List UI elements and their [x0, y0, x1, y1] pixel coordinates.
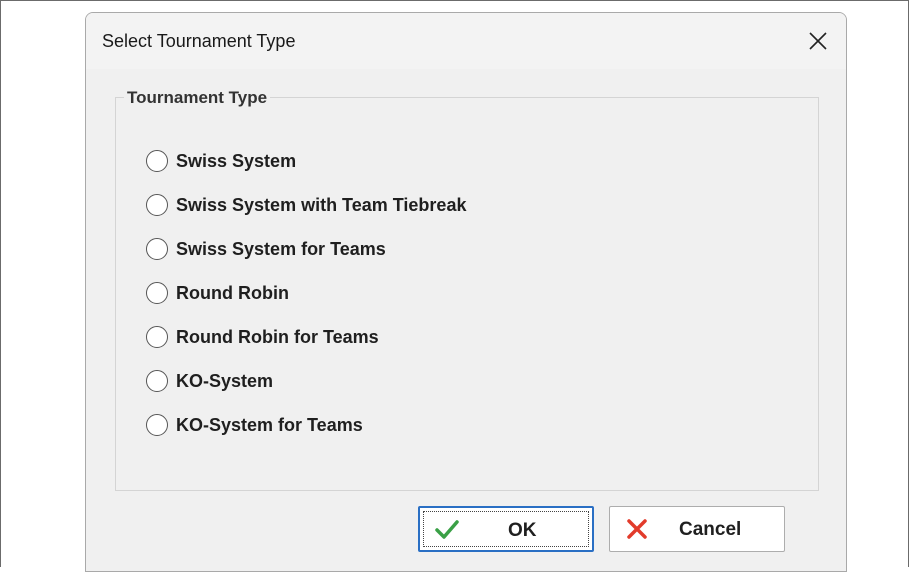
option-ko-system-for-teams[interactable]: KO-System for Teams [146, 403, 466, 447]
option-swiss-system-team-tiebreak[interactable]: Swiss System with Team Tiebreak [146, 183, 466, 227]
checkmark-icon [435, 520, 459, 539]
ok-label: OK [508, 520, 537, 541]
title-bar: Select Tournament Type [86, 13, 846, 69]
option-label: Swiss System [176, 150, 297, 171]
close-icon [809, 32, 827, 50]
option-label: KO-System for Teams [176, 414, 363, 435]
radio-button[interactable] [146, 370, 168, 392]
option-label: Swiss System with Team Tiebreak [176, 194, 467, 215]
option-label: Round Robin [176, 282, 289, 303]
radio-button[interactable] [146, 194, 168, 216]
option-ko-system[interactable]: KO-System [146, 359, 466, 403]
group-legend: Tournament Type [124, 88, 271, 108]
option-round-robin[interactable]: Round Robin [146, 271, 466, 315]
x-icon [627, 519, 647, 539]
ok-button[interactable]: OK [418, 506, 594, 552]
close-button[interactable] [790, 13, 846, 69]
tournament-type-options: Swiss System Swiss System with Team Tieb… [146, 139, 466, 447]
option-label: Swiss System for Teams [176, 238, 386, 259]
radio-button[interactable] [146, 282, 168, 304]
option-swiss-system-for-teams[interactable]: Swiss System for Teams [146, 227, 466, 271]
radio-button[interactable] [146, 150, 168, 172]
option-swiss-system[interactable]: Swiss System [146, 139, 466, 183]
cancel-label: Cancel [679, 519, 742, 540]
radio-button[interactable] [146, 238, 168, 260]
dialog-title: Select Tournament Type [102, 31, 296, 51]
cancel-button[interactable]: Cancel [609, 506, 785, 552]
option-label: Round Robin for Teams [176, 326, 379, 347]
radio-button[interactable] [146, 414, 168, 436]
option-round-robin-for-teams[interactable]: Round Robin for Teams [146, 315, 466, 359]
option-label: KO-System [176, 370, 274, 391]
radio-button[interactable] [146, 326, 168, 348]
